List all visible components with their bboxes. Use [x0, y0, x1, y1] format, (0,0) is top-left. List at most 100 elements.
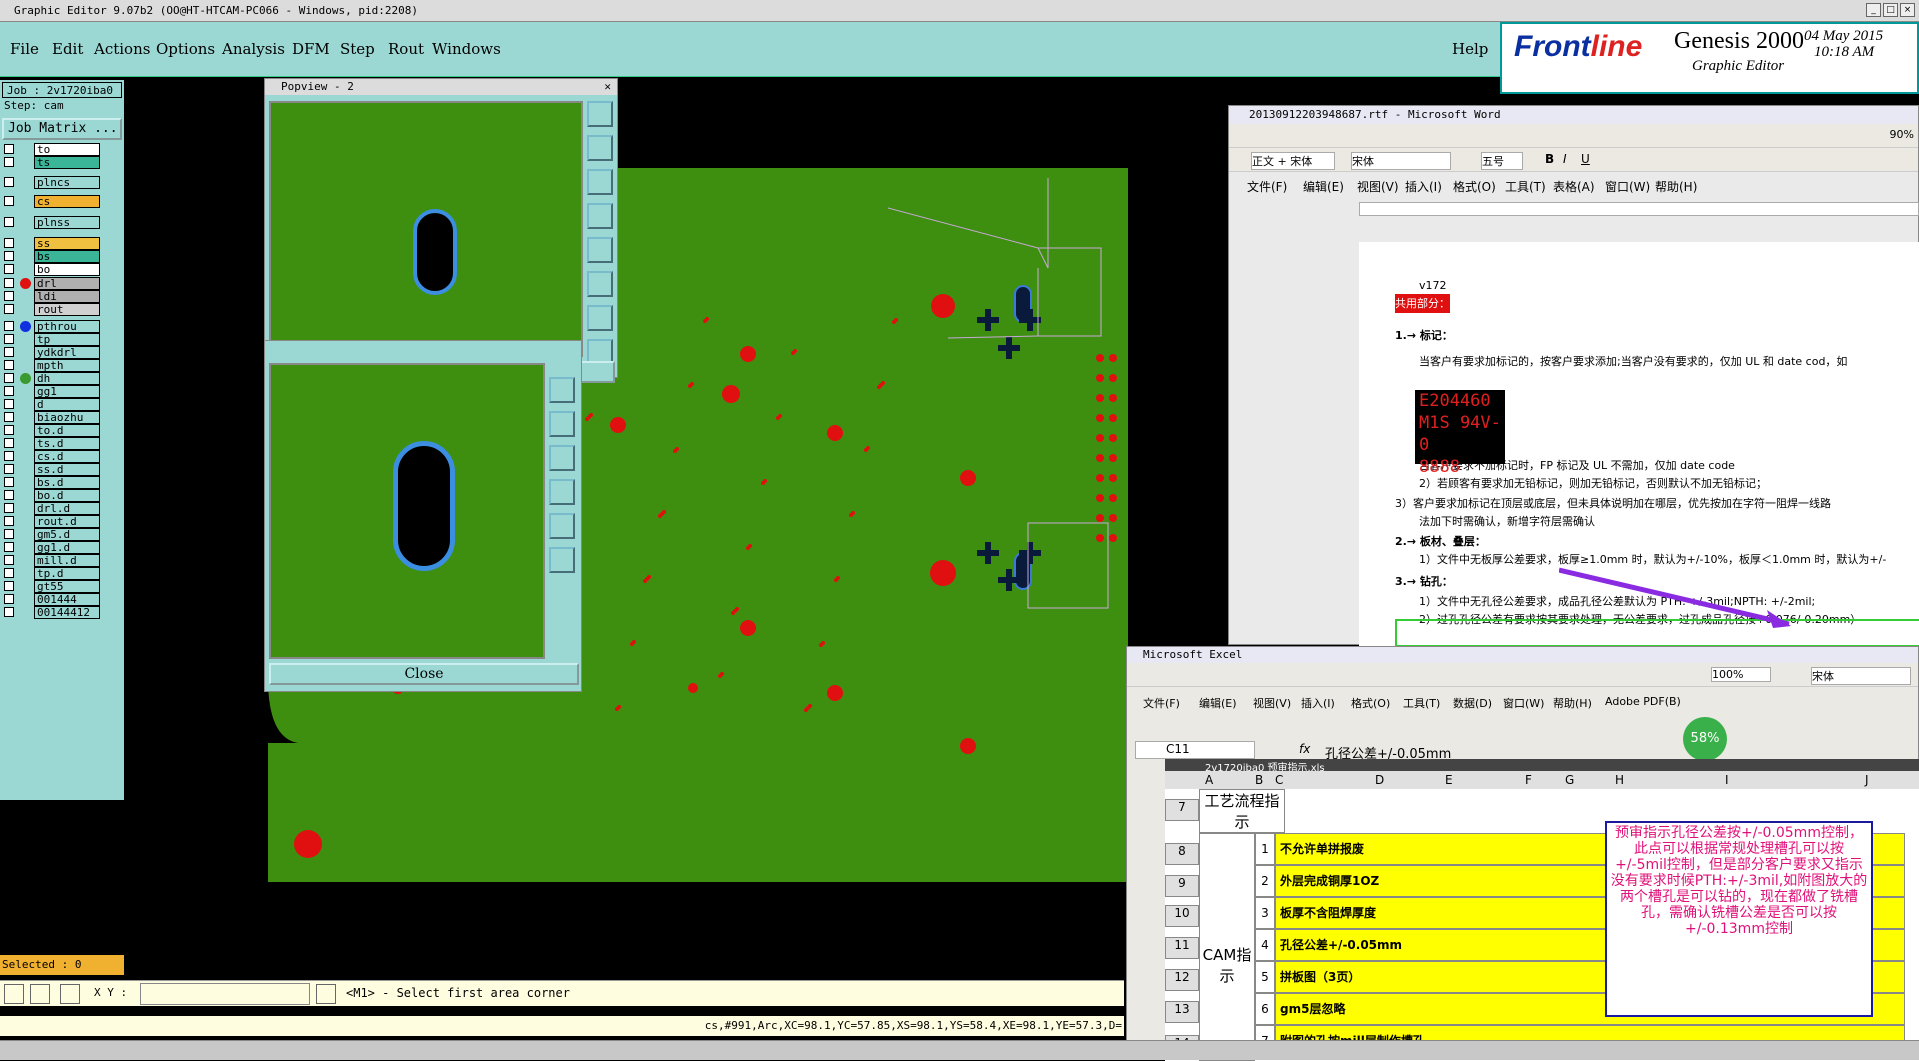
row-header[interactable]: 9 — [1165, 875, 1199, 897]
popview-tool-button[interactable] — [587, 135, 613, 161]
grid-icon[interactable] — [60, 984, 80, 1004]
layer-row[interactable]: plncs — [4, 175, 100, 189]
layer-row[interactable]: ldi — [4, 289, 100, 303]
layer-name[interactable]: tp — [34, 332, 100, 346]
row-header[interactable]: 7 — [1165, 799, 1199, 821]
column-header[interactable]: J — [1865, 773, 1869, 787]
layer-checkbox[interactable] — [4, 278, 14, 288]
layer-row[interactable]: 001444 — [4, 592, 100, 606]
popview-tool-button[interactable] — [587, 203, 613, 229]
layer-row[interactable]: biaozhu — [4, 410, 100, 424]
layer-row[interactable]: dh — [4, 371, 100, 385]
style-select[interactable]: 正文 + 宋体 — [1251, 152, 1335, 170]
popview-tool-button[interactable] — [549, 547, 575, 573]
layer-name[interactable]: bo.d — [34, 488, 100, 502]
layer-row[interactable]: cs — [4, 194, 100, 208]
menu-dfm[interactable]: DFM — [292, 40, 330, 58]
item-number[interactable]: 5 — [1255, 961, 1275, 993]
layer-name[interactable]: ss — [34, 236, 100, 250]
layer-name[interactable]: mpth — [34, 358, 100, 372]
layer-name[interactable]: biaozhu — [34, 410, 100, 424]
layer-checkbox[interactable] — [4, 157, 14, 167]
layer-row[interactable]: gg1 — [4, 384, 100, 398]
menu-analysis[interactable]: Analysis — [222, 40, 285, 58]
layer-name[interactable]: to.d — [34, 423, 100, 437]
layer-name[interactable]: ydkdrl — [34, 345, 100, 359]
layer-checkbox[interactable] — [4, 386, 14, 396]
popview-tool-button[interactable] — [549, 513, 575, 539]
layer-checkbox[interactable] — [4, 555, 14, 565]
column-header[interactable]: I — [1725, 773, 1729, 787]
layer-row[interactable]: d — [4, 397, 100, 411]
size-select[interactable]: 五号 — [1481, 152, 1523, 170]
layer-checkbox[interactable] — [4, 291, 14, 301]
layer-name[interactable]: drl — [34, 276, 100, 290]
column-header[interactable]: F — [1525, 773, 1532, 787]
layer-row[interactable]: bs — [4, 249, 100, 263]
column-header[interactable]: A — [1205, 773, 1213, 787]
column-header[interactable]: E — [1445, 773, 1453, 787]
layer-checkbox[interactable] — [4, 503, 14, 513]
bold-button[interactable]: B — [1545, 152, 1554, 166]
layer-row[interactable]: ss — [4, 236, 100, 250]
menu-step[interactable]: Step — [340, 40, 375, 58]
layer-row[interactable]: to — [4, 142, 100, 156]
layer-checkbox[interactable] — [4, 373, 14, 383]
menu-rout[interactable]: Rout — [388, 40, 424, 58]
layer-checkbox[interactable] — [4, 529, 14, 539]
zoom-select[interactable]: 100% — [1711, 667, 1771, 682]
menu-windows[interactable]: Windows — [432, 40, 501, 58]
layer-name[interactable]: drl.d — [34, 501, 100, 515]
layer-name[interactable]: 001444 — [34, 592, 100, 606]
excel-menu-item[interactable]: 帮助(H) — [1553, 695, 1592, 711]
layer-name[interactable]: dh — [34, 371, 100, 385]
layer-name[interactable]: plnss — [34, 215, 100, 229]
layer-name[interactable]: to — [34, 142, 100, 156]
layer-checkbox[interactable] — [4, 264, 14, 274]
popview-tool-button[interactable] — [549, 411, 575, 437]
layer-row[interactable]: to.d — [4, 423, 100, 437]
excel-menu-item[interactable]: 编辑(E) — [1199, 695, 1237, 711]
minimize-button[interactable]: _ — [1866, 3, 1881, 17]
word-menu-item[interactable]: 插入(I) — [1405, 178, 1442, 195]
layer-row[interactable]: ydkdrl — [4, 345, 100, 359]
word-menu-item[interactable]: 视图(V) — [1357, 178, 1399, 195]
word-menu-item[interactable]: 编辑(E) — [1303, 178, 1344, 195]
popview-window-2[interactable]: Close — [264, 340, 582, 692]
select-tool-icon[interactable] — [4, 984, 24, 1004]
popview-tool-button[interactable] — [549, 377, 575, 403]
name-box[interactable]: C11 — [1135, 741, 1255, 759]
word-document[interactable]: v172 共用部分： 1.→ 标记： 当客户有要求加标记的，按客户要求添加;当客户没有… — [1359, 242, 1919, 647]
popview-tool-button[interactable] — [587, 169, 613, 195]
popview-close-button-2[interactable]: Close — [269, 663, 579, 685]
layer-name[interactable]: rout.d — [34, 514, 100, 528]
item-number[interactable]: 6 — [1255, 993, 1275, 1025]
item-number[interactable]: 2 — [1255, 865, 1275, 897]
item-number[interactable]: 1 — [1255, 833, 1275, 865]
layer-checkbox[interactable] — [4, 594, 14, 604]
layer-row[interactable]: cs.d — [4, 449, 100, 463]
layer-checkbox[interactable] — [4, 451, 14, 461]
layer-row[interactable]: gm5.d — [4, 527, 100, 541]
info-icon[interactable] — [316, 984, 336, 1004]
layer-name[interactable]: ldi — [34, 289, 100, 303]
layer-checkbox[interactable] — [4, 464, 14, 474]
close-window-button[interactable]: × — [1900, 3, 1915, 17]
menu-actions[interactable]: Actions — [94, 40, 150, 58]
layer-row[interactable]: gt55 — [4, 579, 100, 593]
excel-window[interactable]: Microsoft Excel 100% 宋体 文件(F) 编辑(E) 视图(V) 插… — [1126, 646, 1919, 1061]
layer-row[interactable]: ts — [4, 155, 100, 169]
close-icon[interactable]: ✕ — [604, 79, 611, 95]
layer-row[interactable]: gg1.d — [4, 540, 100, 554]
layer-row[interactable]: ss.d — [4, 462, 100, 476]
font-select[interactable]: 宋体 — [1351, 152, 1451, 170]
popview-window-1[interactable]: Popview - 2✕ Close — [264, 78, 618, 383]
layer-checkbox[interactable] — [4, 321, 14, 331]
layer-row[interactable]: rout — [4, 302, 100, 316]
excel-font-select[interactable]: 宋体 — [1811, 667, 1911, 685]
item-number[interactable]: 3 — [1255, 897, 1275, 929]
word-menu-item[interactable]: 文件(F) — [1247, 178, 1287, 195]
italic-button[interactable]: I — [1563, 152, 1567, 166]
popview-tool-button[interactable] — [587, 305, 613, 331]
popview-tool-button[interactable] — [587, 101, 613, 127]
